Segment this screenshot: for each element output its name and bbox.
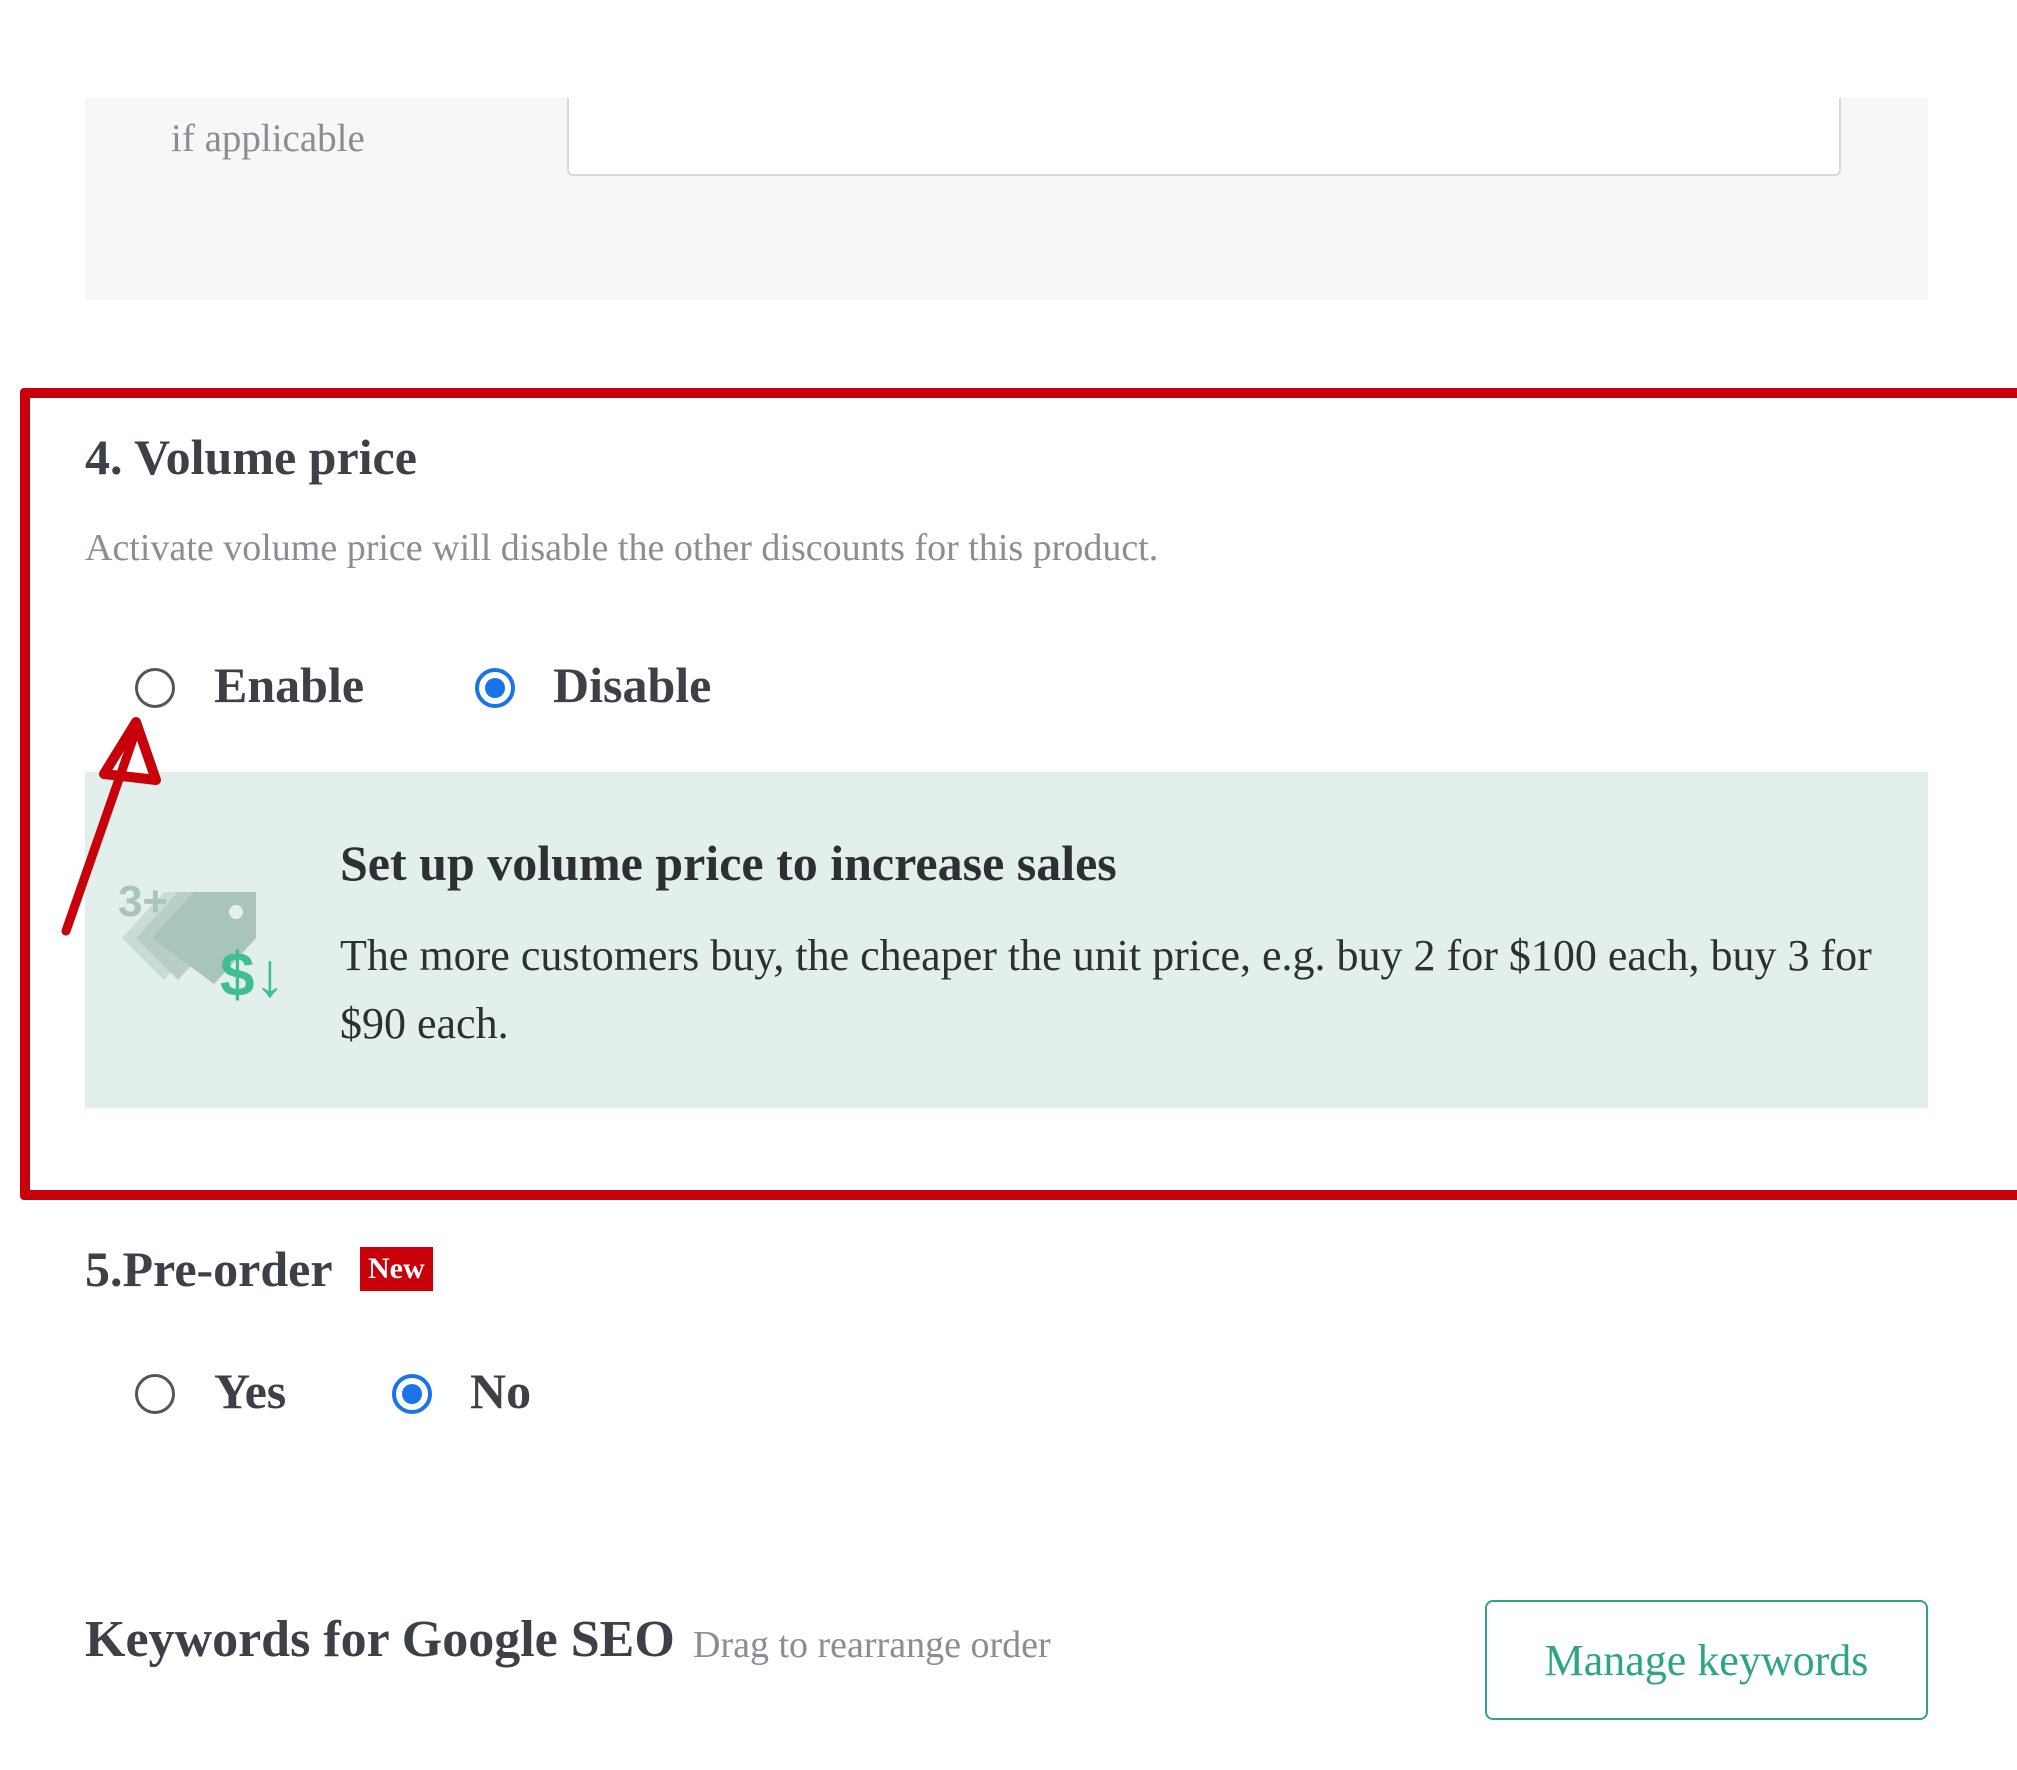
pre-order-no-radio[interactable] bbox=[392, 1374, 432, 1414]
annotation-arrow-icon bbox=[61, 717, 161, 936]
pre-order-title: 5.Pre-order bbox=[85, 1241, 333, 1297]
keywords-hint: Drag to rearrange order bbox=[693, 1624, 1051, 1666]
annotation-highlight-frame bbox=[20, 388, 2017, 1200]
new-badge: New bbox=[360, 1247, 433, 1291]
keywords-title: Keywords for Google SEO bbox=[85, 1611, 675, 1668]
pre-order-no-label[interactable]: No bbox=[470, 1362, 531, 1420]
if-applicable-label: if applicable bbox=[171, 117, 365, 160]
discount-input[interactable] bbox=[567, 98, 1841, 176]
pre-order-yes-label[interactable]: Yes bbox=[214, 1362, 286, 1420]
pre-order-yes-radio[interactable] bbox=[135, 1374, 175, 1414]
manage-keywords-button[interactable]: Manage keywords bbox=[1485, 1600, 1928, 1720]
